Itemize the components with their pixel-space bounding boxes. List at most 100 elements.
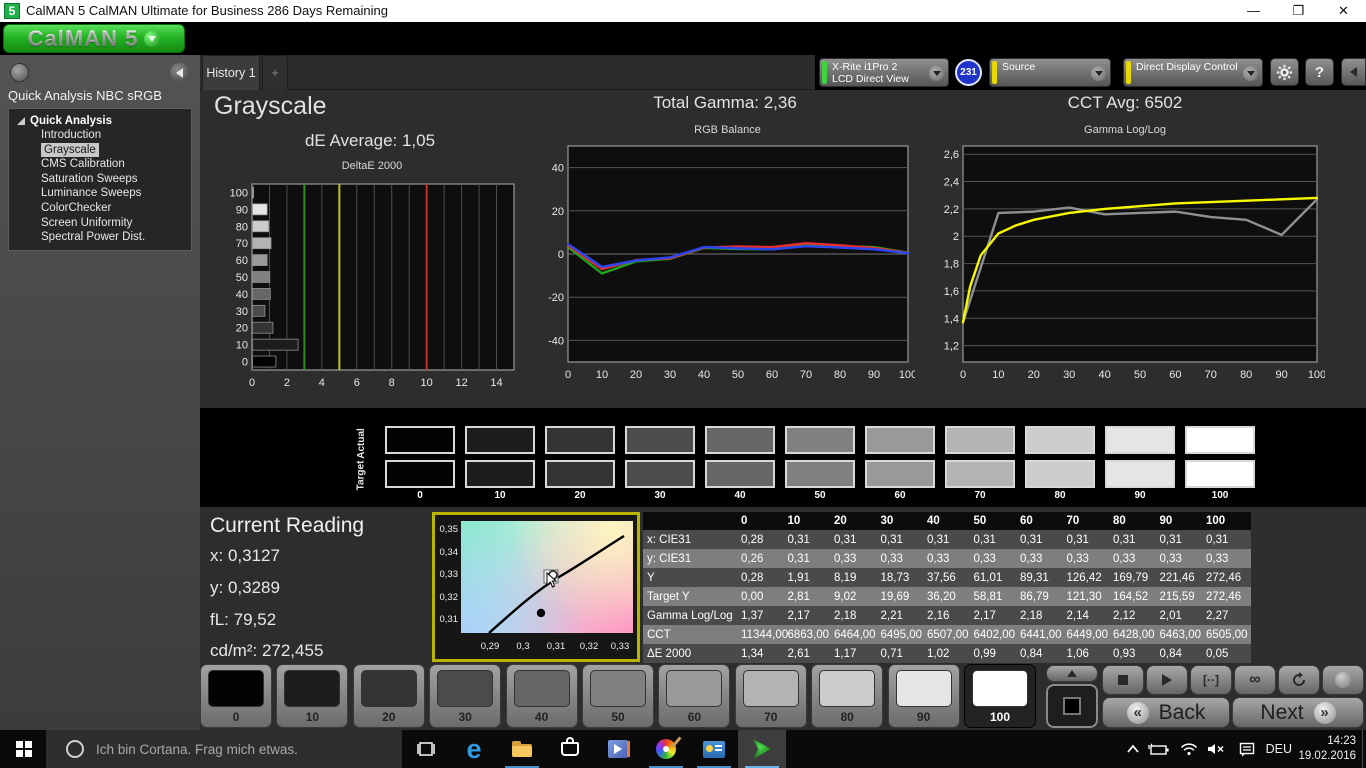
deltae-chart-plot: 0 10 20 30 40 50 60 70 80 90 100 0 2 4 6 8 10 12 14 bbox=[230, 183, 515, 389]
level-button-80[interactable]: 80 bbox=[811, 664, 884, 728]
sidebar-item-saturation-sweeps[interactable]: Saturation Sweeps bbox=[9, 172, 191, 187]
source-dropdown[interactable]: Source bbox=[989, 58, 1111, 87]
sidebar-item-colorchecker[interactable]: ColorChecker bbox=[9, 201, 191, 216]
read-single-button[interactable]: [··] bbox=[1190, 665, 1232, 695]
tab-add-button[interactable]: + bbox=[262, 55, 288, 90]
reading-x: x: 0,3127 bbox=[210, 546, 280, 565]
deltae-bar-80 bbox=[252, 220, 270, 233]
tray-battery[interactable] bbox=[1148, 730, 1170, 768]
refresh-button[interactable] bbox=[1278, 665, 1320, 695]
swatch-level-label: 50 bbox=[814, 490, 826, 501]
sidebar-option-button[interactable] bbox=[10, 63, 29, 82]
display-control-dropdown[interactable]: Direct Display Control bbox=[1123, 58, 1263, 87]
level-button-60[interactable]: 60 bbox=[658, 664, 731, 728]
windows-logo-icon bbox=[16, 741, 32, 757]
tray-chevron-button[interactable] bbox=[1126, 730, 1140, 768]
calman-taskbar-icon bbox=[753, 739, 771, 759]
swatch-level-label: 0 bbox=[417, 490, 423, 501]
transport-controls: [··] ∞ « Back Next » bbox=[1042, 663, 1366, 730]
svg-text:40: 40 bbox=[236, 289, 248, 301]
chevron-left-icon bbox=[176, 67, 183, 78]
display-app-button[interactable] bbox=[690, 730, 738, 768]
tray-volume[interactable] bbox=[1207, 730, 1226, 768]
svg-text:20: 20 bbox=[236, 323, 248, 335]
level-button-90[interactable]: 90 bbox=[887, 664, 960, 728]
reading-y: y: 0,3289 bbox=[210, 578, 280, 597]
level-button-0[interactable]: 0 bbox=[200, 664, 272, 728]
level-button-row: 0 10 20 30 40 50 60 70 80 90 100 bbox=[200, 663, 1040, 730]
panel-collapse-button[interactable] bbox=[1341, 58, 1366, 86]
table-row-target-y: Target Y 0,00 2,81 9,02 19,69 36,20 58,81 86,79… bbox=[643, 587, 1251, 606]
target-swatch-100 bbox=[1185, 460, 1255, 488]
sidebar-item-luminance-sweeps[interactable]: Luminance Sweeps bbox=[9, 186, 191, 201]
movies-tv-button[interactable] bbox=[594, 730, 642, 768]
minimize-button[interactable]: — bbox=[1231, 0, 1276, 22]
svg-text:20: 20 bbox=[1028, 369, 1040, 381]
gamma-chart: Gamma Log/Log 1,2 1,4 1,6 1,8 2 2,2 2,4 2,6 0 10 2… bbox=[925, 124, 1326, 392]
actual-swatch-60 bbox=[865, 426, 935, 454]
read-continuous-button[interactable]: ∞ bbox=[1234, 665, 1276, 695]
pattern-window-button[interactable] bbox=[1046, 684, 1098, 728]
level-button-20[interactable]: 20 bbox=[352, 664, 425, 728]
language-indicator[interactable]: DEU bbox=[1266, 730, 1292, 768]
svg-text:2: 2 bbox=[953, 231, 959, 243]
actual-swatch-100 bbox=[1185, 426, 1255, 454]
sidebar-item-cms-calibration[interactable]: CMS Calibration bbox=[9, 157, 191, 172]
level-button-10[interactable]: 10 bbox=[276, 664, 349, 728]
svg-text:2,2: 2,2 bbox=[944, 204, 959, 216]
display-app-icon bbox=[703, 740, 725, 758]
cie-x-tick: 0,29 bbox=[480, 641, 500, 652]
tab-history-1[interactable]: History 1 bbox=[202, 55, 260, 90]
show-desktop-button[interactable] bbox=[1362, 730, 1366, 768]
rgb-balance-chart: RGB Balance -40 -20 0 20 40 0 10 20 30 40 50 60 70 80… bbox=[540, 124, 917, 392]
tray-clock[interactable]: 14:23 19.02.2016 bbox=[1298, 734, 1356, 764]
sidebar-item-spectral-power-dist-[interactable]: Spectral Power Dist. bbox=[9, 230, 191, 245]
sidebar-item-introduction[interactable]: Introduction bbox=[9, 128, 191, 143]
level-button-30[interactable]: 30 bbox=[429, 664, 502, 728]
svg-text:4: 4 bbox=[319, 377, 325, 389]
reference-point bbox=[536, 608, 546, 618]
calman-taskbar-button[interactable] bbox=[738, 730, 786, 768]
action-center-button[interactable] bbox=[1239, 730, 1256, 768]
speaker-muted-icon bbox=[1208, 744, 1224, 754]
logo-dropdown-icon[interactable] bbox=[144, 30, 161, 47]
sidebar-item-screen-uniformity[interactable]: Screen Uniformity bbox=[9, 216, 191, 231]
disc-button[interactable] bbox=[1322, 665, 1364, 695]
sidebar-item-grayscale[interactable]: Grayscale bbox=[9, 142, 191, 158]
tree-root-quick-analysis[interactable]: Quick Analysis bbox=[9, 113, 191, 128]
task-view-button[interactable] bbox=[402, 730, 450, 768]
workflow-tree: Quick Analysis Introduction Grayscale CMS … bbox=[8, 108, 192, 251]
svg-text:0: 0 bbox=[565, 369, 571, 381]
level-button-100[interactable]: 100 bbox=[964, 664, 1036, 728]
current-reading-title: Current Reading bbox=[210, 514, 365, 537]
pattern-up-button[interactable] bbox=[1046, 665, 1098, 682]
level-button-70[interactable]: 70 bbox=[734, 664, 807, 728]
settings-button[interactable] bbox=[1270, 58, 1299, 86]
window-title: CalMAN 5 CalMAN Ultimate for Business 28… bbox=[26, 3, 388, 18]
level-button-50[interactable]: 50 bbox=[582, 664, 654, 728]
svg-text:2: 2 bbox=[284, 377, 290, 389]
close-button[interactable]: ✕ bbox=[1321, 0, 1366, 22]
calman-logo[interactable]: CalMAN 5 bbox=[3, 24, 185, 53]
battery-charging-icon bbox=[1148, 743, 1169, 755]
help-button[interactable]: ? bbox=[1305, 58, 1334, 86]
meter-dropdown[interactable]: X-Rite i1Pro 2 LCD Direct View bbox=[819, 58, 949, 87]
back-button[interactable]: « Back bbox=[1102, 697, 1230, 728]
tray-wifi[interactable] bbox=[1180, 730, 1198, 768]
svg-text:90: 90 bbox=[236, 204, 248, 216]
next-button[interactable]: Next » bbox=[1232, 697, 1364, 728]
start-button[interactable] bbox=[0, 730, 48, 768]
restore-button[interactable]: ❐ bbox=[1276, 0, 1321, 22]
deltae-bar-50 bbox=[252, 271, 271, 283]
play-button[interactable] bbox=[1146, 665, 1188, 695]
store-button[interactable] bbox=[546, 730, 594, 768]
deltae-bar-40 bbox=[252, 288, 271, 300]
edge-button[interactable]: e bbox=[450, 730, 498, 768]
paint-button[interactable] bbox=[642, 730, 690, 768]
stop-button[interactable] bbox=[1102, 665, 1144, 695]
sidebar-collapse-button[interactable] bbox=[170, 63, 189, 82]
file-explorer-button[interactable] bbox=[498, 730, 546, 768]
cortana-search-box[interactable]: Ich bin Cortana. Frag mich etwas. bbox=[46, 730, 402, 768]
actual-swatch-40 bbox=[705, 426, 775, 454]
level-button-40[interactable]: 40 bbox=[505, 664, 578, 728]
